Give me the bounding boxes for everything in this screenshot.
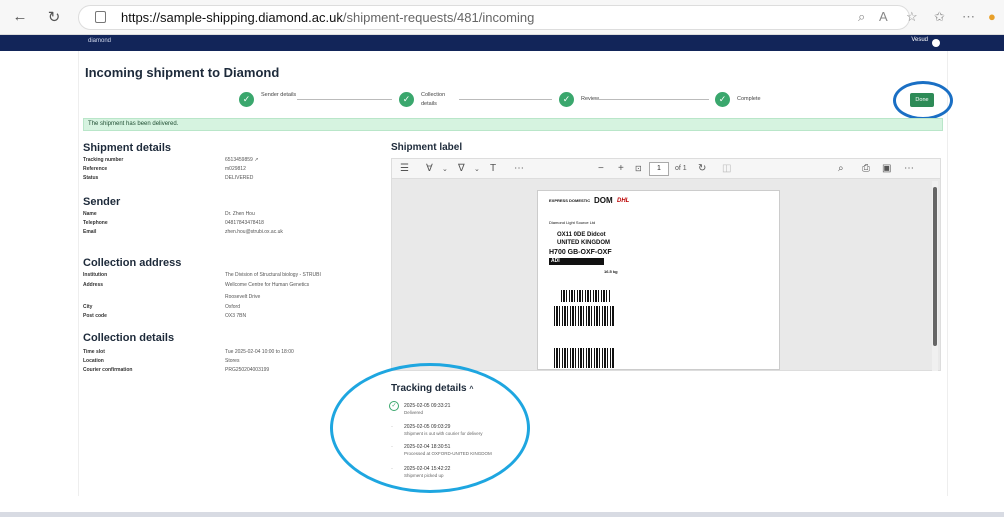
route-bar: ADI — [549, 258, 604, 265]
step-label: Collection details — [421, 92, 446, 107]
check-icon: ✓ — [399, 92, 414, 107]
detail-row: Email zhen.hou@strubi.ox.ac.uk — [83, 229, 283, 235]
extensions-icon[interactable]: ⋯ — [962, 9, 975, 25]
sender-heading: Sender — [83, 196, 121, 208]
address-bar[interactable]: https://sample-shipping.diamond.ac.uk/sh… — [78, 5, 910, 30]
step-connector — [595, 99, 709, 100]
rotate-icon[interactable]: ↻ — [698, 163, 706, 174]
zoom-icon[interactable]: ⌕ — [858, 9, 865, 25]
print-icon[interactable]: ⎙ — [862, 163, 870, 174]
annotation-circle — [893, 81, 953, 120]
more-icon[interactable]: ⋯ — [904, 163, 914, 174]
barcode — [554, 348, 614, 368]
lock-icon — [95, 11, 106, 23]
detail-row: Location Stores — [83, 358, 240, 364]
check-icon: ✓ — [715, 92, 730, 107]
scrollbar-thumb[interactable] — [933, 187, 937, 346]
shipment-details-heading: Shipment details — [83, 142, 172, 154]
detail-row: Status DELIVERED — [83, 175, 254, 181]
browser-toolbar: ← ↻ https://sample-shipping.diamond.ac.u… — [0, 0, 1004, 35]
barcode — [561, 290, 611, 302]
copilot-icon[interactable]: ● — [988, 9, 996, 24]
shipment-label-heading: Shipment label — [391, 142, 463, 153]
zoom-out-icon[interactable]: − — [598, 163, 604, 174]
collection-details-heading: Collection details — [83, 332, 175, 344]
shipping-label: EXPRESS DOMESTIC DOM DHL Diamond Light S… — [549, 196, 634, 368]
barcode — [554, 306, 614, 326]
detail-row: Time slot Tue 2025-02-04 10:00 to 18:00 — [83, 349, 294, 355]
fit-page-icon[interactable]: ⊡ — [635, 164, 642, 173]
step-label: Complete — [737, 96, 761, 102]
more-icon[interactable]: ⋯ — [514, 163, 524, 174]
page-view-icon[interactable]: ◫ — [722, 163, 731, 174]
success-alert: The shipment has been delivered. — [83, 118, 943, 131]
page-title: Incoming shipment to Diamond — [85, 65, 280, 80]
page-number-input[interactable]: 1 — [649, 162, 669, 176]
annotation-circle — [330, 363, 530, 493]
scrollbar[interactable] — [932, 181, 938, 371]
chevron-down-icon[interactable]: ⌄ — [474, 165, 480, 173]
detail-row: Reference m029812 — [83, 166, 246, 172]
chevron-down-icon[interactable]: ⌄ — [442, 165, 448, 173]
external-link-icon: ↗ — [254, 157, 259, 163]
page-frame: Incoming shipment to Diamond ✓ Sender de… — [0, 51, 1004, 517]
detail-row: Courier confirmation PRG250204003199 — [83, 367, 270, 373]
pdf-page: EXPRESS DOMESTIC DOM DHL Diamond Light S… — [537, 190, 780, 370]
step-label: Sender details — [261, 92, 297, 98]
detail-row: Telephone 04817843478418 — [83, 220, 264, 226]
favorite-star-icon[interactable]: ☆ — [906, 9, 918, 25]
favorites-icon[interactable]: ✩ — [934, 9, 945, 25]
text-icon[interactable]: T — [490, 163, 496, 174]
app-header: diamond Vesud — [0, 35, 1004, 51]
alert-text: The shipment has been delivered. — [88, 121, 179, 127]
step-connector — [459, 99, 552, 100]
tracking-number-link[interactable]: 6513459859 ↗ — [225, 157, 258, 163]
main-content: Incoming shipment to Diamond ✓ Sender de… — [78, 51, 953, 496]
highlight-icon[interactable]: ∀ — [426, 163, 433, 174]
check-icon: ✓ — [239, 92, 254, 107]
reload-icon[interactable]: ↻ — [44, 8, 64, 26]
pdf-toolbar: ☰ ∀ ⌄ ∇ ⌄ T ⋯ − + ⊡ 1 of 1 ↻ ◫ ⌕ ⎙ ▣ ⋯ — [392, 159, 940, 179]
detail-row: Address Wellcome Centre for Human Geneti… — [83, 282, 310, 288]
zoom-in-icon[interactable]: + — [618, 163, 624, 174]
detail-row: Tracking number 6513459859 ↗ — [83, 157, 259, 163]
diamond-logo[interactable]: diamond — [88, 38, 111, 44]
collection-address-heading: Collection address — [83, 257, 182, 269]
avatar[interactable] — [932, 39, 940, 47]
contents-icon[interactable]: ☰ — [400, 163, 409, 174]
detail-row: Roosevelt Drive — [225, 294, 261, 300]
page-count: of 1 — [675, 165, 687, 172]
pdf-viewer[interactable]: ☰ ∀ ⌄ ∇ ⌄ T ⋯ − + ⊡ 1 of 1 ↻ ◫ ⌕ ⎙ ▣ ⋯ E… — [391, 158, 941, 371]
read-aloud-icon[interactable]: A — [879, 9, 888, 24]
check-icon: ✓ — [559, 92, 574, 107]
detail-row: Name Dr. Zhen Hou — [83, 211, 255, 217]
step-connector — [297, 99, 392, 100]
save-icon[interactable]: ▣ — [882, 163, 891, 174]
back-arrow-icon[interactable]: ← — [10, 8, 30, 25]
draw-icon[interactable]: ∇ — [458, 163, 465, 174]
search-icon[interactable]: ⌕ — [838, 163, 844, 174]
detail-row: City Oxford — [83, 304, 241, 310]
detail-row: Institution The Division of Structural b… — [83, 272, 321, 278]
detail-row: Post code OX3 7BN — [83, 313, 247, 319]
bottom-bar — [0, 512, 1004, 517]
url-text[interactable]: https://sample-shipping.diamond.ac.uk/sh… — [121, 10, 534, 25]
user-name[interactable]: Vesud — [911, 37, 928, 43]
